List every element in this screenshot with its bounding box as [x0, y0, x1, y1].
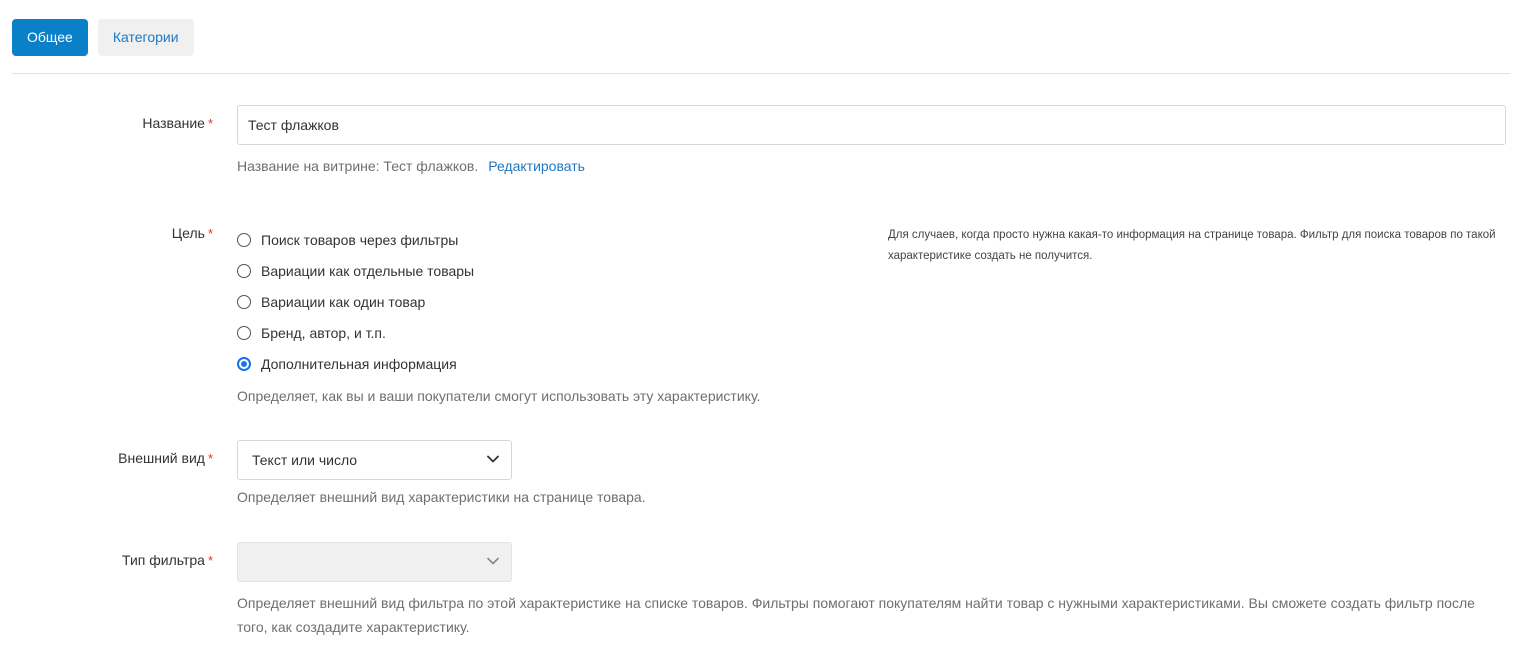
required-mark: *: [207, 226, 213, 241]
purpose-option-brand[interactable]: Бренд, автор, и т.п.: [237, 317, 474, 348]
filter-type-label: Тип фильтра *: [122, 552, 213, 568]
purpose-hint: Определяет, как вы и ваши покупатели смо…: [237, 388, 761, 404]
filter-type-hint: Определяет внешний вид фильтра по этой х…: [237, 595, 1475, 635]
radio-button[interactable]: [237, 263, 251, 278]
filter-type-select[interactable]: [237, 542, 512, 582]
appearance-label-text: Внешний вид: [118, 450, 205, 466]
purpose-option-label: Вариации как отдельные товары: [261, 262, 475, 279]
purpose-option-variants-single[interactable]: Вариации как один товар: [237, 286, 474, 317]
purpose-option-label: Дополнительная информация: [261, 355, 457, 372]
tab-bar: Общее Категории: [12, 19, 194, 56]
name-label-text: Название: [142, 115, 205, 131]
required-mark: *: [207, 116, 213, 131]
purpose-label: Цель *: [172, 225, 213, 241]
purpose-option-label: Поиск товаров через фильтры: [261, 231, 459, 248]
name-label: Название *: [142, 115, 213, 131]
name-input[interactable]: [237, 105, 1506, 145]
radio-button[interactable]: [237, 325, 251, 340]
purpose-option-label: Вариации как один товар: [261, 293, 426, 310]
purpose-option-label: Бренд, автор, и т.п.: [261, 324, 386, 341]
chevron-down-icon: [487, 455, 499, 463]
purpose-option-variants-separate[interactable]: Вариации как отдельные товары: [237, 255, 474, 286]
radio-button-checked[interactable]: [237, 356, 251, 371]
radio-button[interactable]: [237, 294, 251, 309]
filter-type-label-text: Тип фильтра: [122, 552, 205, 568]
storefront-name-text: Название на витрине: Тест флажков.: [237, 158, 479, 174]
edit-storefront-name-link[interactable]: Редактировать: [488, 158, 585, 174]
purpose-side-note: Для случаев, когда просто нужна какая-то…: [888, 229, 1496, 262]
required-mark: *: [207, 451, 213, 466]
radio-button[interactable]: [237, 232, 251, 247]
purpose-option-additional-info[interactable]: Дополнительная информация: [237, 348, 474, 379]
appearance-select[interactable]: Текст или число: [237, 440, 512, 480]
appearance-label: Внешний вид *: [118, 450, 213, 466]
storefront-name-hint: Название на витрине: Тест флажков. Редакт…: [237, 158, 585, 174]
purpose-radio-group: Поиск товаров через фильтры Вариации как…: [237, 224, 474, 379]
purpose-option-filter-search[interactable]: Поиск товаров через фильтры: [237, 224, 474, 255]
tabs-divider: [12, 73, 1510, 74]
chevron-down-icon: [487, 557, 499, 565]
purpose-label-text: Цель: [171, 225, 205, 241]
tab-general[interactable]: Общее: [12, 19, 88, 56]
appearance-hint: Определяет внешний вид характеристики на…: [237, 489, 646, 505]
tab-categories[interactable]: Категории: [97, 19, 194, 56]
appearance-selected-value: Текст или число: [252, 452, 358, 468]
required-mark: *: [207, 553, 213, 568]
